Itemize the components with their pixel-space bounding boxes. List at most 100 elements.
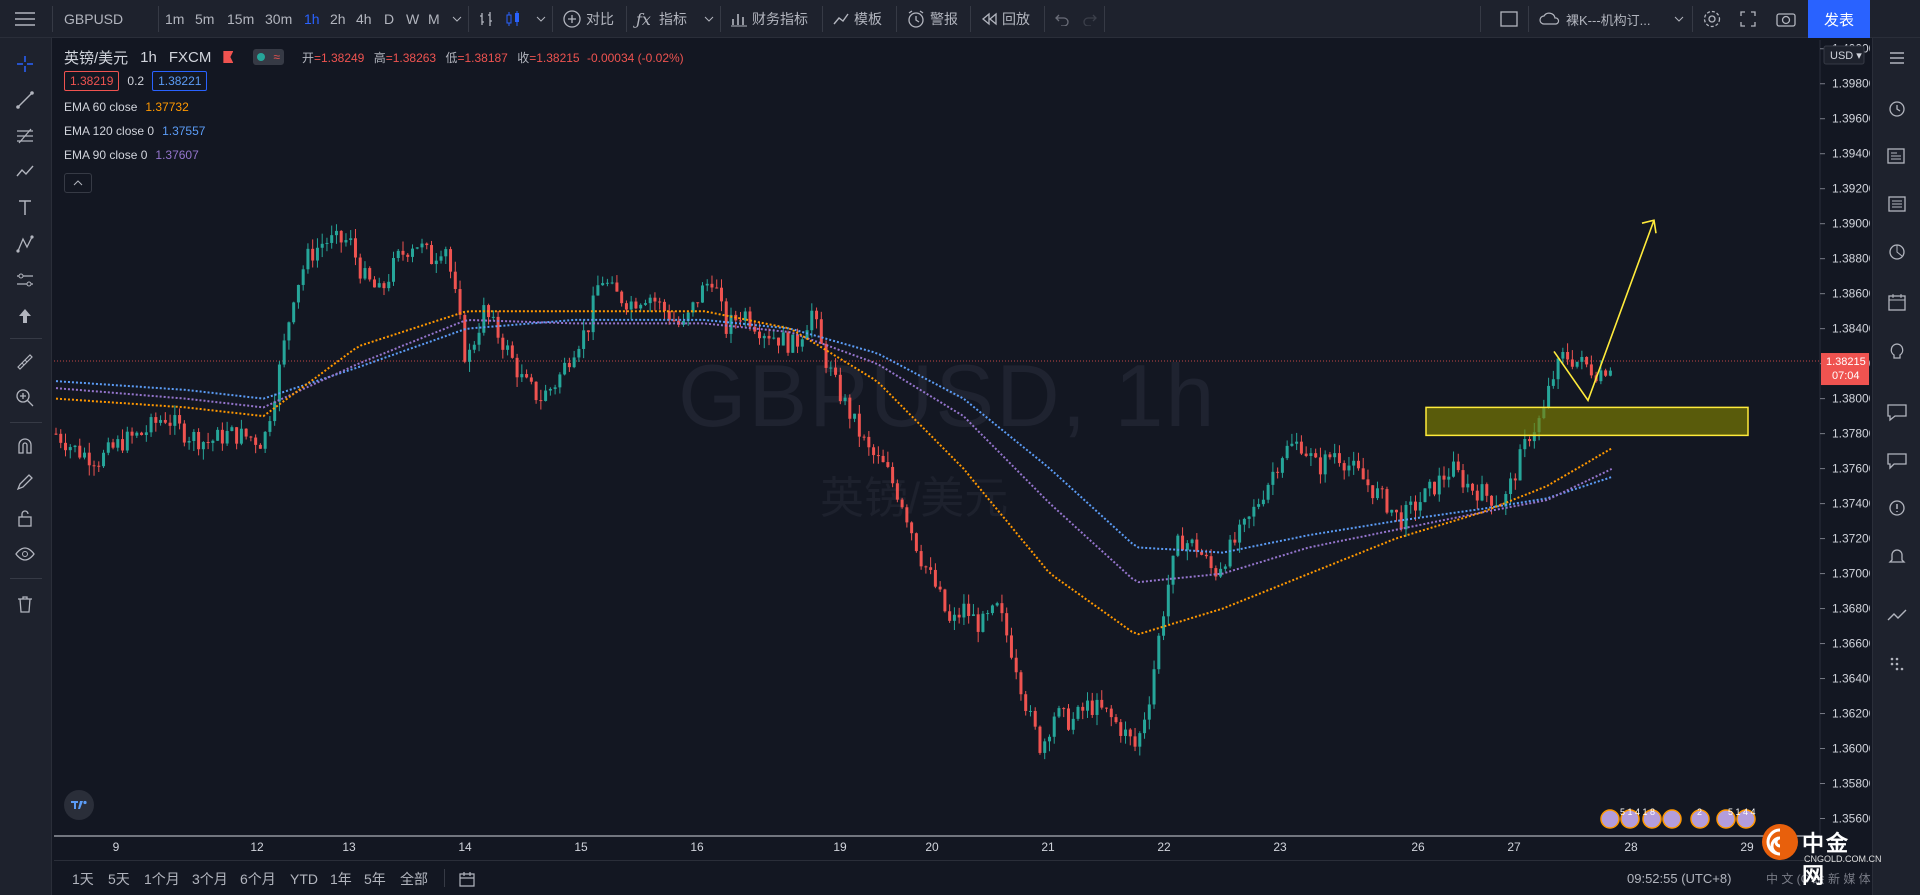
zoom-in-icon[interactable] [12,386,38,410]
range-5y[interactable]: 5年 [364,861,386,895]
ruler-icon[interactable] [12,350,38,374]
candle-body [358,257,362,279]
hotlist-icon[interactable] [1883,238,1911,266]
interval-2h[interactable]: 2h [330,0,346,38]
indicators-button[interactable]: ƒx 指标 [636,0,687,38]
open-value: =1.38249 [313,50,365,65]
goto-date-icon[interactable] [458,861,476,895]
lightbulb-icon[interactable] [1883,494,1911,522]
interval-15m[interactable]: 15m [227,0,254,38]
trash-icon[interactable] [12,592,38,616]
chevron-down-icon[interactable] [704,0,714,38]
financials-button[interactable]: 财务指标 [730,0,808,38]
interval-1h[interactable]: 1h [304,0,320,38]
text-icon[interactable] [12,196,38,220]
range-3m[interactable]: 3个月 [192,861,228,895]
buy-price-button[interactable]: 1.38221 [152,71,208,91]
ema120-row[interactable]: EMA 120 close 0 1.37557 [64,120,684,142]
crosshair-icon[interactable] [12,52,38,76]
streams-icon[interactable] [1883,446,1911,474]
divider [1044,6,1045,32]
calendar-icon[interactable] [1883,288,1911,316]
candle-body [700,285,704,303]
bell-icon[interactable] [1883,542,1911,570]
fullscreen-icon[interactable] [1740,0,1756,38]
candle-body [1166,584,1170,617]
redo-icon[interactable] [1082,0,1098,38]
interval-w[interactable]: W [406,0,419,38]
range-1y[interactable]: 1年 [330,861,352,895]
layout-name-button[interactable]: 裸K---机构订... [1538,0,1651,38]
data-window-icon[interactable] [1883,190,1911,218]
range-1m[interactable]: 1个月 [144,861,180,895]
alarm-clock-icon[interactable] [1883,94,1911,122]
layout-icon[interactable] [1500,0,1518,38]
clock-display[interactable]: 09:52:55 (UTC+8) [1627,861,1731,895]
menu-icon[interactable] [14,0,36,38]
sliders-icon[interactable] [12,268,38,292]
interval-1m[interactable]: 1m [165,0,184,38]
interval-m[interactable]: M [428,0,440,38]
ema-value: 1.37732 [145,100,189,114]
eye-icon[interactable] [12,542,38,566]
compare-button[interactable]: 对比 [562,0,614,38]
candle-body [558,374,562,388]
ideas-icon[interactable] [1883,338,1911,366]
candle-body [325,242,329,244]
candle-body [829,367,833,369]
range-5d[interactable]: 5天 [108,861,130,895]
top-toolbar: GBPUSD 1m 5m 15m 30m 1h 2h 4h D W M 对比 ƒ… [0,0,1920,38]
ema60-row[interactable]: EMA 60 close 1.37732 [64,96,684,118]
candle-body [1143,719,1147,734]
candle-body [268,421,272,432]
range-6m[interactable]: 6个月 [240,861,276,895]
news-icon[interactable] [1883,142,1911,170]
candle-body [178,415,182,424]
arrow-up-icon[interactable] [12,304,38,328]
time-tick-label: 13 [342,840,356,854]
interval-30m[interactable]: 30m [265,0,292,38]
candle-body [938,586,942,590]
pattern-icon[interactable] [12,160,38,184]
alert-button[interactable]: 警报 [906,0,958,38]
gear-icon[interactable] [1702,0,1722,38]
trend-icon[interactable] [1883,602,1911,630]
pencil-lock-icon[interactable] [12,470,38,494]
range-all[interactable]: 全部 [400,861,428,895]
market-status[interactable]: ≈ [253,49,284,65]
dots-grid-icon[interactable] [1883,650,1911,678]
ema90-row[interactable]: EMA 90 close 0 1.37607 [64,144,684,166]
candle-body [121,439,125,451]
publish-button[interactable]: 发表 [1808,0,1870,38]
symbol-search-button[interactable]: GBPUSD [64,0,123,38]
candle-body [315,247,319,261]
fib-icon[interactable] [12,124,38,148]
range-1d[interactable]: 1天 [72,861,94,895]
camera-icon[interactable] [1776,0,1796,38]
chevron-down-icon[interactable] [452,0,462,38]
interval-5m[interactable]: 5m [195,0,214,38]
candle-body [1608,370,1612,376]
candle-body [1461,470,1465,488]
interval-4h[interactable]: 4h [356,0,372,38]
tradingview-logo-icon[interactable] [64,790,94,820]
undo-icon[interactable] [1054,0,1070,38]
lock-icon[interactable] [12,506,38,530]
candle-body [277,364,281,402]
candle-chart-type-icon[interactable] [504,0,522,38]
interval-d[interactable]: D [384,0,394,38]
trend-line-icon[interactable] [12,88,38,112]
templates-button[interactable]: 模板 [832,0,882,38]
replay-button[interactable]: 回放 [980,0,1030,38]
magnet-icon[interactable] [12,434,38,458]
range-ytd[interactable]: YTD [290,861,318,895]
candle-body [168,422,172,426]
chat-icon[interactable] [1883,398,1911,426]
watchlist-icon[interactable] [1883,44,1911,72]
forecast-icon[interactable] [12,232,38,256]
sell-price-button[interactable]: 1.38219 [64,71,120,91]
chevron-down-icon[interactable] [536,0,546,38]
collapse-legend-button[interactable] [64,173,92,193]
bar-chart-type-icon[interactable] [478,0,496,38]
chevron-down-icon[interactable] [1674,0,1684,38]
